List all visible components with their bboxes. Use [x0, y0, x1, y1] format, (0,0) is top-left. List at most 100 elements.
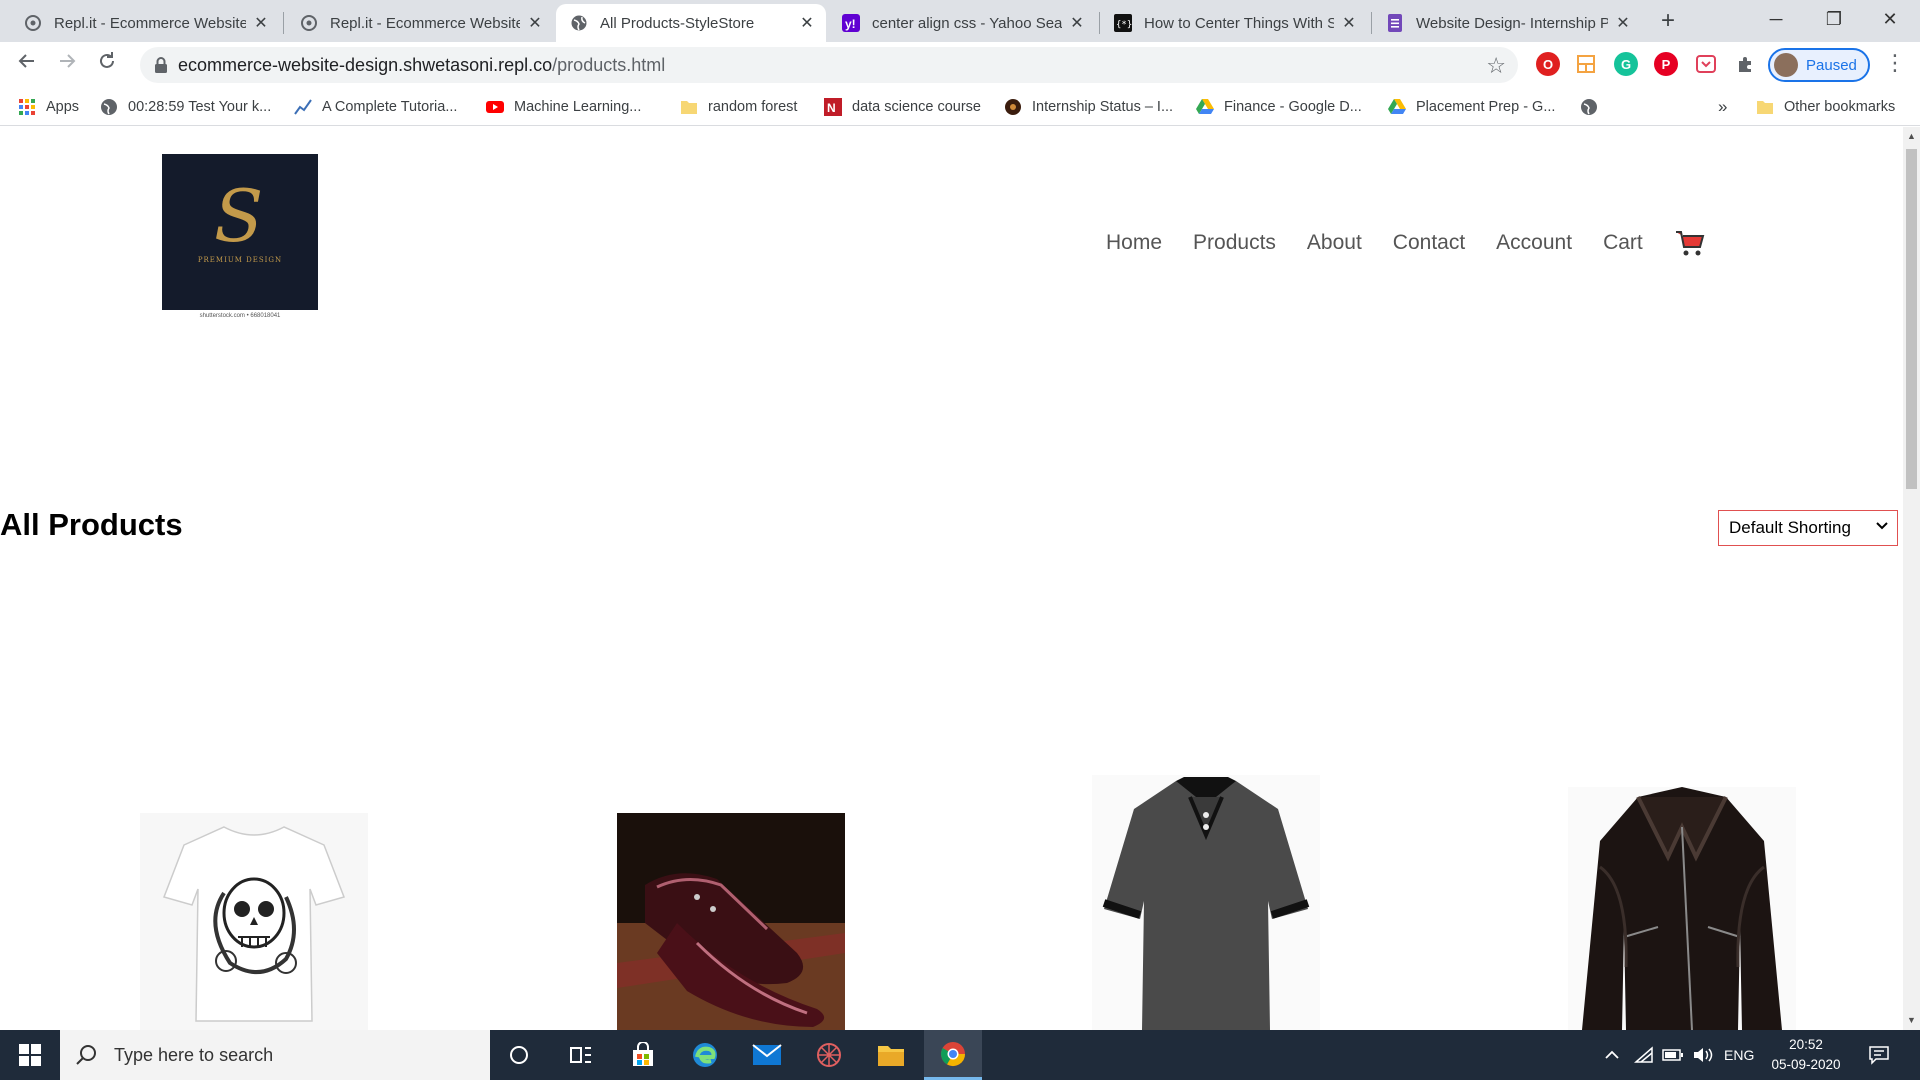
tray-chevron-icon[interactable]: [1604, 1030, 1620, 1080]
bookmark-finance-drive[interactable]: Finance - Google D...: [1196, 96, 1362, 118]
maximize-button[interactable]: ❐: [1806, 0, 1862, 40]
bookmark-data-science[interactable]: N data science course: [824, 96, 981, 118]
close-icon[interactable]: ✕: [1614, 13, 1632, 33]
tab-internship-form[interactable]: Website Design- Internship Program ✕: [1372, 4, 1642, 42]
bookmarks-bar: Apps 00:28:59 Test Your k... A Complete …: [0, 88, 1920, 126]
start-button[interactable]: [0, 1030, 60, 1080]
close-icon[interactable]: ✕: [798, 13, 816, 33]
globe-icon: [570, 14, 588, 32]
site-logo[interactable]: S PREMIUM DESIGN: [162, 154, 318, 310]
naukri-icon: N: [824, 98, 842, 116]
nav-home[interactable]: Home: [1106, 231, 1162, 255]
browser-menu-icon[interactable]: ⋮: [1884, 50, 1906, 76]
taskbar-search-input[interactable]: Type here to search: [60, 1030, 490, 1080]
opera-extension-icon[interactable]: O: [1536, 52, 1560, 76]
close-icon[interactable]: ✕: [526, 13, 544, 33]
page-title: All Products: [0, 507, 183, 542]
nav-about[interactable]: About: [1307, 231, 1362, 255]
tab-all-products[interactable]: All Products-StyleStore ✕: [556, 4, 826, 42]
tab-replit-1[interactable]: Repl.it - Ecommerce Website ✕: [10, 4, 280, 42]
tab-divider: [283, 12, 284, 34]
back-button[interactable]: [12, 50, 42, 80]
logo-letter: S: [214, 174, 264, 258]
windows-logo-icon: [19, 1044, 41, 1066]
tab-yahoo-search[interactable]: y! center align css - Yahoo Search ✕: [828, 4, 1096, 42]
edge-icon[interactable]: [676, 1030, 734, 1080]
bookmarks-overflow-icon[interactable]: »: [1718, 96, 1727, 118]
close-icon[interactable]: ✕: [1340, 13, 1358, 33]
pinterest-icon[interactable]: P: [1654, 52, 1678, 76]
cart-icon[interactable]: [1674, 228, 1706, 258]
windows-taskbar: Type here to search ENG 20:52 05-09-2020: [0, 1030, 1920, 1080]
bookmark-random-forest[interactable]: random forest: [680, 96, 797, 118]
cortana-icon[interactable]: [490, 1030, 548, 1080]
page-scrollbar[interactable]: ▲ ▼: [1903, 127, 1920, 1030]
new-tab-button[interactable]: +: [1654, 8, 1682, 36]
reload-button[interactable]: [92, 50, 122, 80]
product-image-leather-jacket[interactable]: [1568, 787, 1796, 1030]
bookmark-machine-learning[interactable]: Machine Learning...: [486, 96, 641, 118]
product-image-skull-tshirt[interactable]: [140, 813, 368, 1030]
tab-replit-2[interactable]: Repl.it - Ecommerce Website ✕: [286, 4, 554, 42]
bookmark-star-icon[interactable]: ☆: [1486, 53, 1506, 79]
tab-title: Repl.it - Ecommerce Website: [330, 14, 520, 32]
scroll-down-icon[interactable]: ▼: [1907, 1015, 1916, 1025]
wifi-icon[interactable]: [1634, 1030, 1654, 1080]
spider-game-icon[interactable]: [800, 1030, 858, 1080]
url-path: /products.html: [552, 55, 666, 75]
tab-center-things[interactable]: {*} How to Center Things With Style ✕: [1100, 4, 1368, 42]
chrome-icon[interactable]: [924, 1030, 982, 1080]
bookmark-other[interactable]: Other bookmarks: [1756, 96, 1895, 118]
forward-arrow-icon: [60, 54, 76, 68]
extensions-puzzle-icon[interactable]: [1734, 52, 1758, 76]
tab-strip: Repl.it - Ecommerce Website ✕ Repl.it - …: [0, 0, 1920, 42]
microsoft-store-icon[interactable]: [614, 1030, 672, 1080]
tab-title: Repl.it - Ecommerce Website: [54, 14, 246, 32]
file-explorer-icon[interactable]: [862, 1030, 920, 1080]
pocket-icon[interactable]: [1694, 52, 1718, 76]
close-window-button[interactable]: ✕: [1862, 0, 1918, 40]
close-icon[interactable]: ✕: [252, 13, 270, 33]
bookmark-placement-prep[interactable]: Placement Prep - G...: [1388, 96, 1555, 118]
clock-time: 20:52: [1789, 1037, 1823, 1052]
taskbar-search-placeholder: Type here to search: [114, 1044, 274, 1065]
scroll-up-icon[interactable]: ▲: [1907, 131, 1916, 141]
leather-jacket-image: [1582, 787, 1782, 1030]
address-bar[interactable]: ecommerce-website-design.shwetasoni.repl…: [140, 47, 1518, 83]
system-clock[interactable]: 20:52 05-09-2020: [1766, 1035, 1846, 1075]
nav-contact[interactable]: Contact: [1393, 231, 1465, 255]
volume-icon[interactable]: [1692, 1030, 1714, 1080]
nav-cart[interactable]: Cart: [1603, 231, 1643, 255]
mail-icon[interactable]: [738, 1030, 796, 1080]
sort-select[interactable]: Default Shorting: [1718, 510, 1898, 546]
nav-products[interactable]: Products: [1193, 231, 1276, 255]
bookmark-test[interactable]: 00:28:59 Test Your k...: [100, 96, 271, 118]
page-viewport: S PREMIUM DESIGN shutterstock.com • 6680…: [0, 127, 1903, 1030]
profile-button[interactable]: Paused: [1768, 48, 1870, 82]
avatar: [1774, 53, 1798, 77]
battery-icon[interactable]: [1662, 1030, 1684, 1080]
google-drive-icon: [1388, 99, 1406, 114]
bookmark-internship-status[interactable]: Internship Status – I...: [1004, 96, 1173, 118]
nav-account[interactable]: Account: [1496, 231, 1572, 255]
close-icon[interactable]: ✕: [1068, 13, 1086, 33]
grammarly-icon[interactable]: G: [1614, 52, 1638, 76]
svg-text:y!: y!: [845, 17, 856, 31]
grid-extension-icon[interactable]: [1574, 52, 1598, 76]
bookmark-globe[interactable]: [1580, 96, 1608, 118]
scrollbar-thumb[interactable]: [1906, 149, 1917, 489]
bookmark-apps[interactable]: Apps: [18, 96, 79, 118]
task-view-icon[interactable]: [552, 1030, 610, 1080]
svg-text:{*}: {*}: [1116, 20, 1132, 30]
svg-text:N: N: [827, 101, 836, 115]
product-image-polo-shirt[interactable]: [1092, 775, 1320, 1030]
bookmark-label: Placement Prep - G...: [1416, 99, 1556, 115]
url-host: ecommerce-website-design.shwetasoni.repl…: [178, 55, 553, 75]
product-image-leather-shoes[interactable]: [617, 813, 845, 1030]
language-indicator[interactable]: ENG: [1724, 1030, 1754, 1080]
bookmark-tutorial[interactable]: A Complete Tutoria...: [294, 96, 457, 118]
notifications-icon[interactable]: [1868, 1030, 1890, 1080]
forward-button[interactable]: [52, 50, 82, 80]
chart-line-icon: [294, 99, 312, 115]
minimize-button[interactable]: ─: [1748, 0, 1804, 40]
